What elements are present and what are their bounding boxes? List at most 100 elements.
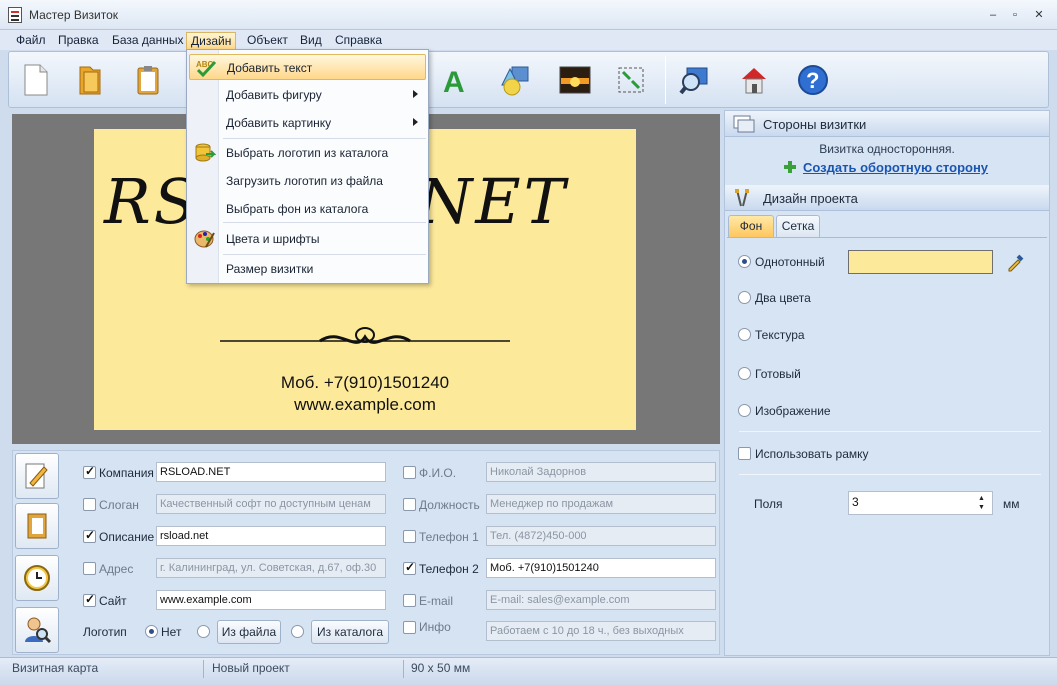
menu-item-bg-catalog[interactable]: Выбрать фон из каталога bbox=[189, 196, 426, 222]
position-input[interactable]: Менеджер по продажам bbox=[486, 494, 716, 514]
site-checkbox[interactable] bbox=[83, 592, 96, 607]
menu-item-add-image[interactable]: Добавить картинку bbox=[189, 110, 426, 136]
divider bbox=[739, 474, 1041, 475]
new-file-icon[interactable] bbox=[18, 62, 54, 98]
ornament-divider[interactable] bbox=[220, 325, 510, 355]
phone2-checkbox[interactable] bbox=[403, 560, 416, 575]
submenu-arrow-icon bbox=[413, 90, 418, 98]
text-a-icon[interactable]: A bbox=[437, 62, 473, 98]
open-folder-icon[interactable] bbox=[72, 62, 108, 98]
menu-item-label: Размер визитки bbox=[226, 262, 314, 276]
card-site-text[interactable]: www.example.com bbox=[94, 395, 636, 415]
menu-view[interactable]: Вид bbox=[296, 32, 326, 49]
user-search-button[interactable] bbox=[15, 607, 59, 653]
menu-item-add-text[interactable]: ABC Добавить текст bbox=[189, 54, 426, 80]
search-icon[interactable] bbox=[677, 62, 713, 98]
slogan-checkbox[interactable] bbox=[83, 498, 96, 511]
submenu-arrow-icon bbox=[413, 118, 418, 126]
address-book-button[interactable] bbox=[15, 503, 59, 549]
menu-item-card-size[interactable]: Размер визитки bbox=[189, 256, 426, 282]
divider bbox=[739, 431, 1041, 432]
email-input[interactable]: E-mail: sales@example.com bbox=[486, 590, 716, 610]
plus-icon bbox=[784, 161, 796, 173]
fio-checkbox[interactable] bbox=[403, 466, 416, 479]
position-checkbox[interactable] bbox=[403, 498, 416, 511]
sunset-image-icon[interactable] bbox=[557, 62, 593, 98]
logo-none-label: Нет bbox=[161, 625, 182, 639]
info-checkbox[interactable] bbox=[403, 621, 416, 634]
app-icon bbox=[8, 7, 22, 23]
home-icon[interactable] bbox=[736, 62, 772, 98]
menu-object[interactable]: Объект bbox=[243, 32, 292, 49]
window-title: Мастер Визиток bbox=[29, 8, 119, 22]
eyedropper-icon[interactable] bbox=[1006, 252, 1026, 272]
menu-file[interactable]: Файл bbox=[12, 32, 50, 49]
menu-design[interactable]: Дизайн bbox=[186, 32, 237, 49]
menu-edit[interactable]: Правка bbox=[54, 32, 103, 49]
bg-ready-radio[interactable] bbox=[738, 367, 751, 380]
menu-item-label: Цвета и шрифты bbox=[226, 232, 320, 246]
address-checkbox[interactable] bbox=[83, 562, 96, 575]
bg-solid-radio[interactable] bbox=[738, 255, 751, 268]
use-frame-checkbox[interactable] bbox=[738, 447, 751, 460]
fio-input[interactable]: Николай Задорнов bbox=[486, 462, 716, 482]
menu-item-colors-fonts[interactable]: Цвета и шрифты bbox=[189, 226, 426, 252]
resize-icon[interactable] bbox=[613, 62, 649, 98]
description-checkbox[interactable] bbox=[83, 528, 96, 543]
clock-button[interactable] bbox=[15, 555, 59, 601]
logo-from-catalog-button[interactable]: Из каталога bbox=[311, 620, 389, 644]
logo-file-radio[interactable] bbox=[197, 625, 210, 638]
edit-text-button[interactable] bbox=[15, 453, 59, 499]
bg-ready-label: Готовый bbox=[755, 367, 801, 381]
phone1-checkbox[interactable] bbox=[403, 530, 416, 543]
bg-color-swatch[interactable] bbox=[848, 250, 993, 274]
tab-background[interactable]: Фон bbox=[728, 215, 774, 237]
menu-item-label: Добавить текст bbox=[227, 61, 313, 75]
email-checkbox[interactable] bbox=[403, 594, 416, 607]
create-back-side-link[interactable]: Создать оборотную сторону bbox=[803, 160, 988, 175]
tab-grid[interactable]: Сетка bbox=[776, 215, 820, 237]
phone2-input[interactable]: Моб. +7(910)1501240 bbox=[486, 558, 716, 578]
card-sides-header[interactable]: Стороны визитки bbox=[725, 111, 1049, 137]
sides-info-text: Визитка односторонняя. bbox=[819, 142, 955, 156]
background-tab-content: Однотонный Два цвета Текстура Готовый Из… bbox=[727, 237, 1047, 655]
site-input[interactable]: www.example.com bbox=[156, 590, 386, 610]
spinner-arrows-icon[interactable]: ▲ ▼ bbox=[978, 494, 985, 512]
bg-solid-label: Однотонный bbox=[755, 255, 825, 269]
logo-none-radio[interactable] bbox=[145, 625, 158, 638]
clipboard-icon[interactable] bbox=[130, 62, 166, 98]
company-input[interactable]: RSLOAD.NET bbox=[156, 462, 386, 482]
menu-help[interactable]: Справка bbox=[331, 32, 386, 49]
minimize-button[interactable]: – bbox=[982, 6, 1004, 24]
close-button[interactable]: ✕ bbox=[1028, 6, 1050, 24]
menu-item-add-shape[interactable]: Добавить фигуру bbox=[189, 82, 426, 108]
status-bar: Визитная карта Новый проект 90 x 50 мм bbox=[0, 657, 1057, 685]
address-input[interactable]: г. Калининград, ул. Советская, д.67, оф.… bbox=[156, 558, 386, 578]
maximize-button[interactable]: ▫ bbox=[1004, 6, 1026, 24]
email-label: E-mail bbox=[419, 594, 454, 608]
logo-from-file-button[interactable]: Из файла bbox=[217, 620, 281, 644]
card-fields-panel: Компания RSLOAD.NET Слоган Качественный … bbox=[12, 450, 720, 655]
menu-database[interactable]: База данных bbox=[108, 32, 187, 49]
status-size: 90 x 50 мм bbox=[411, 661, 471, 675]
project-design-header[interactable]: Дизайн проекта bbox=[725, 185, 1049, 211]
bg-image-radio[interactable] bbox=[738, 404, 751, 417]
bg-two-color-radio[interactable] bbox=[738, 291, 751, 304]
info-input[interactable]: Работаем с 10 до 18 ч., без выходных bbox=[486, 621, 716, 641]
slogan-input[interactable]: Качественный софт по доступным ценам bbox=[156, 494, 386, 514]
shapes-icon[interactable] bbox=[497, 62, 533, 98]
phone1-input[interactable]: Тел. (4872)450-000 bbox=[486, 526, 716, 546]
margins-spinner-input[interactable]: 3 bbox=[848, 491, 993, 515]
help-icon[interactable]: ? bbox=[795, 62, 831, 98]
menu-item-logo-file[interactable]: Загрузить логотип из файла bbox=[189, 168, 426, 194]
toolbar: A ? bbox=[8, 51, 1049, 108]
card-phone-text[interactable]: Моб. +7(910)1501240 bbox=[94, 373, 636, 393]
logo-catalog-radio[interactable] bbox=[291, 625, 304, 638]
menu-item-label: Выбрать фон из каталога bbox=[226, 202, 369, 216]
status-divider bbox=[203, 660, 204, 678]
menu-item-logo-catalog[interactable]: Выбрать логотип из каталога bbox=[189, 140, 426, 166]
abc-check-icon: ABC bbox=[195, 58, 217, 78]
bg-texture-radio[interactable] bbox=[738, 328, 751, 341]
company-checkbox[interactable] bbox=[83, 464, 96, 479]
description-input[interactable]: rsload.net bbox=[156, 526, 386, 546]
